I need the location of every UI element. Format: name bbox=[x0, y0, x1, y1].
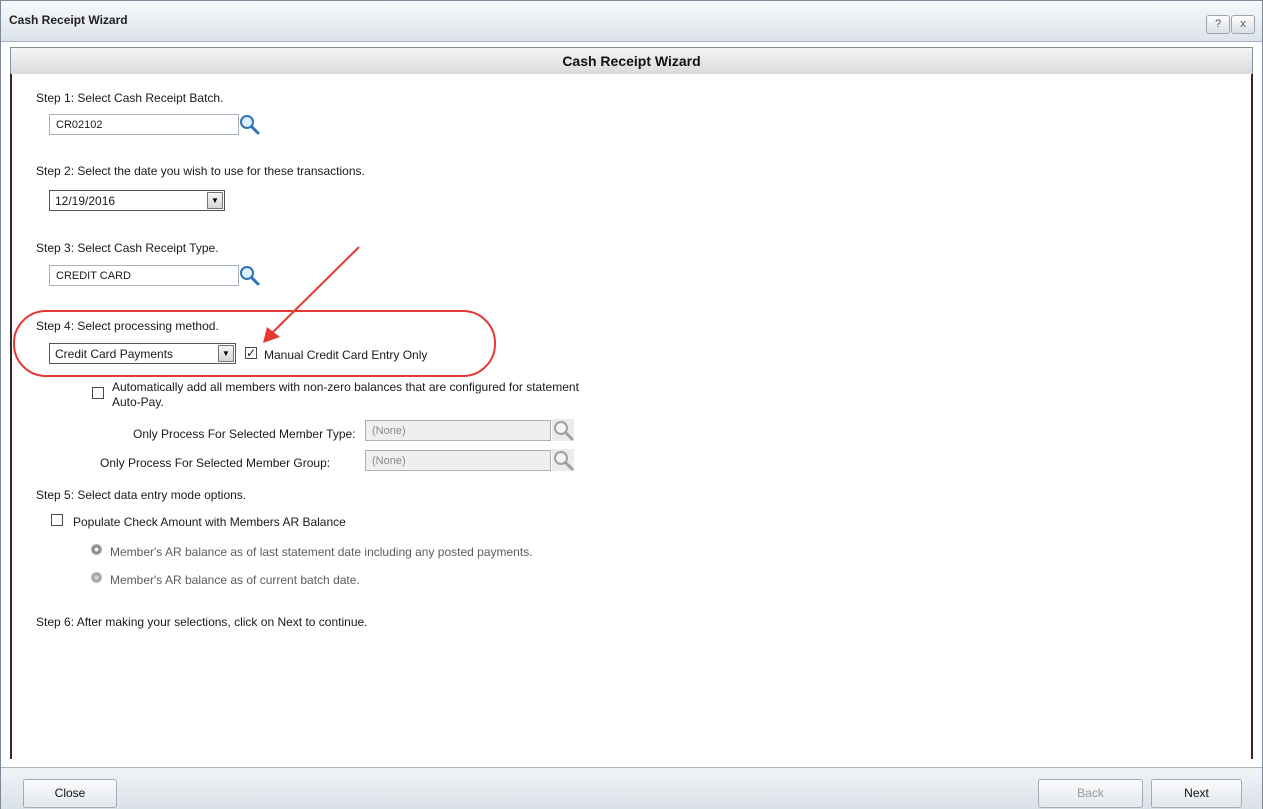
annotation-arrow-line bbox=[268, 246, 360, 337]
next-button[interactable]: Next bbox=[1151, 779, 1242, 808]
annotation-overlay bbox=[13, 246, 496, 377]
button-bar: Close Back Next bbox=[1, 767, 1262, 809]
close-button[interactable]: Close bbox=[23, 779, 117, 808]
cash-receipt-wizard-window: Cash Receipt Wizard ? x Cash Receipt Wiz… bbox=[0, 0, 1263, 809]
annotation-arrowhead bbox=[263, 327, 280, 343]
annotation-ellipse bbox=[13, 310, 496, 377]
back-button[interactable]: Back bbox=[1038, 779, 1143, 808]
